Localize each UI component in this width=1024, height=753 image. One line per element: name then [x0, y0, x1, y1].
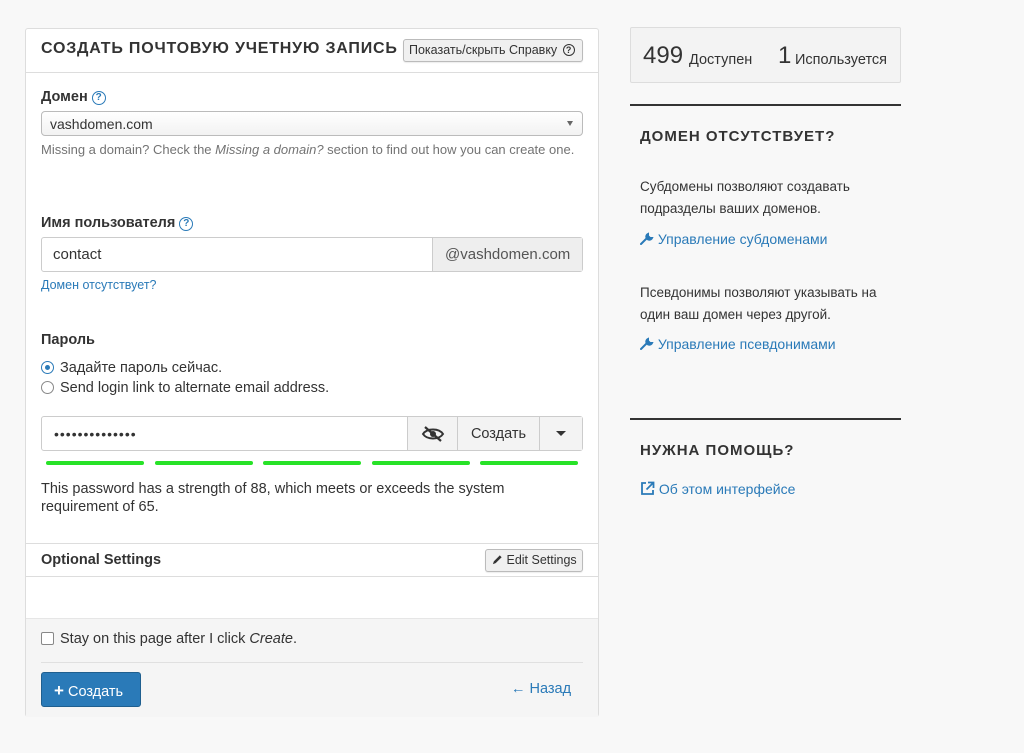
password-input[interactable]: •••••••••••••• — [42, 417, 407, 450]
create-button[interactable]: + Создать — [41, 672, 141, 707]
domain-help-icon[interactable]: ? — [91, 91, 106, 105]
available-count: 499 — [643, 42, 684, 69]
account-stats: 499 Доступен 1 Используется — [630, 27, 901, 83]
manage-aliases-label: Управление псевдонимами — [657, 336, 836, 352]
optional-settings-title: Optional Settings — [41, 552, 162, 568]
missing-domain-link[interactable]: Домен отсутствует? — [41, 278, 157, 292]
strength-bar-segment — [372, 461, 470, 465]
pencil-icon — [492, 555, 502, 565]
domain-select-value: vashdomen.com — [50, 116, 153, 132]
footer-divider — [41, 662, 583, 663]
username-input-group: contact @vashdomen.com — [41, 237, 583, 272]
page-title: СОЗДАТЬ ПОЧТОВУЮ УЧЕТНУЮ ЗАПИСЬ — [41, 40, 398, 57]
eye-slash-icon — [421, 425, 444, 442]
used-label: Используется — [795, 52, 888, 68]
generate-password-button[interactable]: Создать — [457, 417, 539, 450]
domain-label: Домен? — [41, 89, 106, 105]
about-interface-link[interactable]: Об этом интерфейсе — [640, 481, 795, 497]
generator-options-dropdown[interactable] — [539, 417, 582, 450]
radio-selected-icon[interactable] — [41, 361, 54, 374]
domain-help-italic: Missing a domain? — [215, 142, 324, 157]
external-link-icon — [641, 481, 655, 495]
password-strength-text: This password has a strength of 88, whic… — [41, 481, 505, 515]
missing-domain-heading: ДОМЕН ОТСУТСТВУЕТ? — [640, 128, 836, 145]
optional-settings-bar: Optional Settings Edit Settings — [26, 543, 598, 577]
form-footer: Stay on this page after I click Create. … — [26, 618, 598, 717]
arrow-left-icon: ← — [511, 681, 526, 697]
radio-send-login-link[interactable]: Send login link to alternate email addre… — [41, 380, 329, 396]
stay-on-page-suffix: . — [292, 631, 297, 647]
username-label: Имя пользователя? — [41, 215, 194, 231]
back-link-label: Назад — [529, 681, 572, 697]
domain-select[interactable]: vashdomen.com — [41, 111, 583, 136]
create-email-account-panel: СОЗДАТЬ ПОЧТОВУЮ УЧЕТНУЮ ЗАПИСЬ Показать… — [25, 28, 599, 717]
wrench-icon — [640, 337, 654, 350]
radio-set-password-now[interactable]: Задайте пароль сейчас. — [41, 360, 222, 376]
sidebar-divider — [630, 418, 901, 420]
manage-subdomains-label: Управление субдоменами — [657, 231, 828, 247]
manage-subdomains-link[interactable]: Управление субдоменами — [640, 231, 827, 247]
username-domain-suffix: @vashdomen.com — [432, 238, 582, 271]
create-button-label: Создать — [67, 684, 124, 700]
edit-settings-button[interactable]: Edit Settings — [485, 549, 583, 572]
username-input[interactable]: contact — [42, 238, 432, 271]
domain-help-suffix: section to find out how you can create o… — [323, 142, 575, 157]
password-label: Пароль — [41, 332, 95, 348]
question-circle-icon: ? — [562, 44, 575, 56]
back-link[interactable]: ← Назад — [511, 681, 571, 697]
radio-unselected-icon[interactable] — [41, 381, 54, 394]
stay-on-page-checkbox[interactable]: Stay on this page after I click Create. — [41, 631, 297, 647]
username-label-text: Имя пользователя — [41, 215, 176, 231]
wrench-icon — [640, 232, 654, 245]
checkbox-box[interactable] — [41, 632, 54, 645]
stay-on-page-prefix: Stay on this page after I click — [60, 631, 250, 647]
domain-help-prefix: Missing a domain? Check the — [41, 142, 216, 157]
strength-bar-segment — [263, 461, 361, 465]
radio-send-link-label: Send login link to alternate email addre… — [60, 380, 330, 396]
aliases-text: Псевдонимы позволяют указывать на один в… — [640, 285, 877, 322]
need-help-heading: НУЖНА ПОМОЩЬ? — [640, 442, 795, 459]
toggle-help-label: Показать/скрыть Справку — [409, 43, 558, 57]
password-input-group: •••••••••••••• Создать — [41, 416, 583, 451]
edit-settings-label: Edit Settings — [506, 553, 577, 567]
used-count: 1 — [778, 42, 792, 69]
available-label: Доступен — [689, 52, 753, 68]
strength-bar-segment — [46, 461, 144, 465]
stay-on-page-italic: Create — [249, 631, 293, 647]
plus-icon: + — [54, 681, 64, 700]
caret-down-icon — [556, 431, 566, 436]
strength-bar-segment — [155, 461, 253, 465]
toggle-password-visibility-button[interactable] — [407, 417, 457, 450]
manage-aliases-link[interactable]: Управление псевдонимами — [640, 336, 836, 352]
radio-set-password-label: Задайте пароль сейчас. — [60, 360, 223, 376]
username-help-icon[interactable]: ? — [179, 217, 194, 231]
sidebar-divider — [630, 104, 901, 106]
domain-label-text: Домен — [41, 89, 88, 105]
toggle-help-button[interactable]: Показать/скрыть Справку ? — [403, 39, 583, 62]
caret-down-icon — [567, 121, 573, 126]
about-interface-label: Об этом интерфейсе — [658, 481, 796, 497]
strength-bar-segment — [480, 461, 578, 465]
domain-help-text: Missing a domain? Check the Missing a do… — [41, 141, 586, 159]
subdomains-text: Субдомены позволяют создавать подразделы… — [640, 179, 850, 216]
panel-header: СОЗДАТЬ ПОЧТОВУЮ УЧЕТНУЮ ЗАПИСЬ Показать… — [26, 29, 598, 73]
